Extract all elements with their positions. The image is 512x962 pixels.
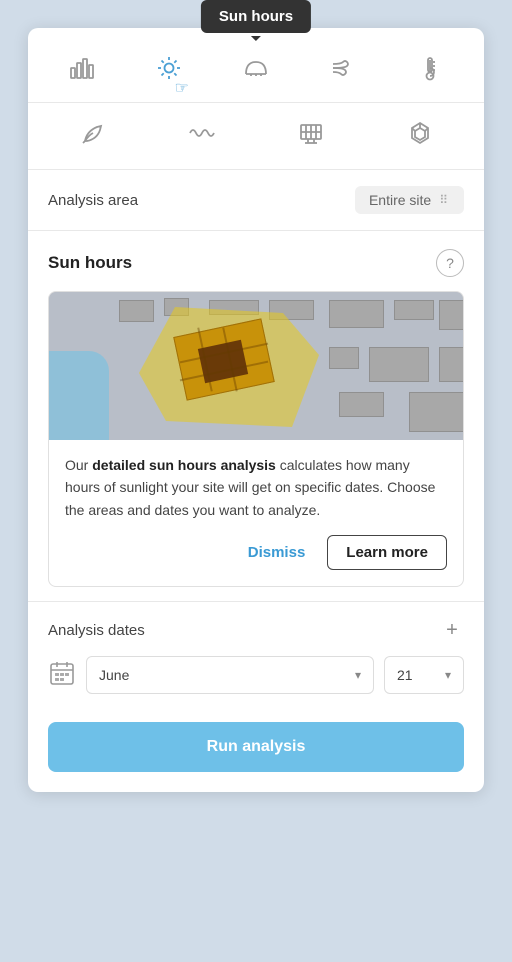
analysis-area-value: Entire site — [369, 192, 431, 208]
sun-hours-header: Sun hours ? — [48, 249, 464, 277]
analysis-dates-header: Analysis dates + — [48, 618, 464, 642]
sun-hours-map-image — [49, 292, 463, 440]
day-chevron-icon: ▾ — [445, 668, 451, 682]
month-chevron-icon: ▾ — [355, 668, 361, 682]
map-grey-bldg-3 — [329, 300, 384, 328]
info-card-body: Our detailed sun hours analysis calculat… — [49, 440, 463, 586]
day-value: 21 — [397, 667, 413, 683]
sun-hours-icon-btn[interactable]: ☞ — [147, 46, 191, 90]
analysis-area-section: Analysis area Entire site ⠿ — [28, 170, 484, 231]
learn-more-button[interactable]: Learn more — [327, 535, 447, 570]
wave-icon-btn[interactable] — [180, 111, 224, 155]
analysis-area-label: Analysis area — [48, 192, 138, 209]
dome-icon-btn[interactable] — [234, 46, 278, 90]
bar-chart-icon-btn[interactable] — [60, 46, 104, 90]
map-grey-bldg-5 — [439, 300, 463, 330]
month-value: June — [99, 667, 129, 683]
info-card-actions: Dismiss Learn more — [65, 535, 447, 570]
cube-icon-btn[interactable] — [398, 111, 442, 155]
map-grey-bldg-8 — [439, 347, 463, 382]
map-grey-bldg-7 — [369, 347, 429, 382]
dismiss-button[interactable]: Dismiss — [238, 538, 316, 567]
grid-dots-icon: ⠿ — [439, 193, 450, 207]
sun-hours-section: Sun hours ? — [28, 231, 484, 587]
map-grey-bldg-1 — [119, 300, 154, 322]
date-row: June ▾ 21 ▾ — [48, 656, 464, 694]
info-card-text: Our detailed sun hours analysis calculat… — [65, 454, 447, 521]
map-grey-bldg-9 — [339, 392, 384, 417]
wind-icon-btn[interactable] — [321, 46, 365, 90]
add-date-button[interactable]: + — [440, 618, 464, 642]
month-select[interactable]: June ▾ — [86, 656, 374, 694]
map-water — [49, 351, 109, 440]
info-card: Our detailed sun hours analysis calculat… — [48, 291, 464, 587]
day-select[interactable]: 21 ▾ — [384, 656, 464, 694]
map-grey-bldg-6 — [329, 347, 359, 369]
sun-hours-title: Sun hours — [48, 253, 132, 273]
map-grey-bldg-10 — [409, 392, 463, 432]
solar-panel-icon-btn[interactable] — [289, 111, 333, 155]
main-panel: ☞ — [28, 28, 484, 792]
sun-hours-tooltip: Sun hours — [201, 0, 311, 33]
run-analysis-button[interactable]: Run analysis — [48, 722, 464, 772]
map-grey-bldg-4 — [394, 300, 434, 320]
help-button[interactable]: ? — [436, 249, 464, 277]
icon-toolbar-row2 — [28, 103, 484, 170]
cursor-icon: ☞ — [174, 78, 188, 98]
analysis-area-badge[interactable]: Entire site ⠿ — [355, 186, 464, 214]
leaf-icon-btn[interactable] — [71, 111, 115, 155]
temperature-icon-btn[interactable] — [408, 46, 452, 90]
analysis-dates-title: Analysis dates — [48, 622, 145, 639]
calendar-icon — [48, 659, 76, 692]
analysis-dates-section: Analysis dates + June — [28, 601, 484, 722]
